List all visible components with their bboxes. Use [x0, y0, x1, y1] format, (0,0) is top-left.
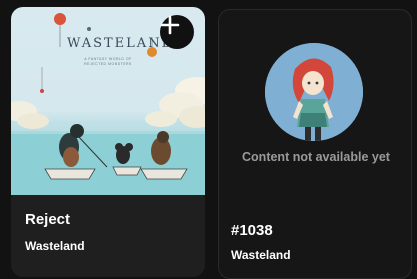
- add-button[interactable]: [160, 15, 194, 49]
- nft-artwork[interactable]: WASTELAND A FANTASY WORLD OF REJECTED MO…: [11, 7, 205, 195]
- nft-card-1038[interactable]: Content not available yet #1038 Wastelan…: [218, 9, 412, 279]
- content-unavailable-text: Content not available yet: [242, 150, 390, 164]
- collection-name: Wasteland: [25, 239, 85, 253]
- plus-icon: [160, 15, 180, 35]
- nft-title: #1038: [231, 222, 273, 239]
- nft-title: Reject: [25, 211, 71, 228]
- artwork-tagline: A FANTASY WORLD OF REJECTED MONSTERS: [84, 57, 132, 66]
- collection-name: Wasteland: [231, 248, 291, 262]
- nft-card-reject[interactable]: WASTELAND A FANTASY WORLD OF REJECTED MO…: [11, 7, 205, 277]
- nft-thumbnail: [265, 43, 363, 141]
- artwork-heading: WASTELAND: [67, 36, 174, 51]
- character-illustration: [265, 43, 363, 141]
